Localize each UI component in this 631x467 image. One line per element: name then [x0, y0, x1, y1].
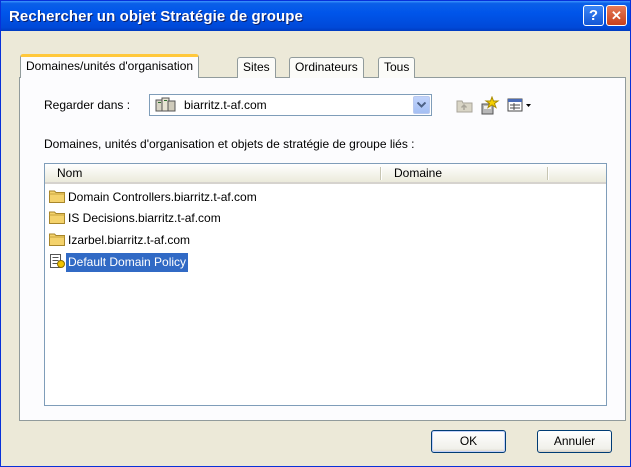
column-header-nom[interactable]: Nom	[45, 164, 381, 182]
folder-icon	[49, 233, 65, 246]
new-gpo-icon[interactable]	[480, 96, 500, 115]
help-button[interactable]: ?	[583, 5, 604, 26]
column-separator[interactable]	[547, 167, 549, 180]
tab-ordinateurs[interactable]: Ordinateurs	[289, 57, 364, 78]
look-in-value: biarritz.t-af.com	[184, 98, 267, 112]
gpo-list[interactable]: Nom Domaine Domain Controllers.biarritz.…	[44, 163, 607, 406]
list-item[interactable]: IS Decisions.biarritz.t-af.com	[49, 209, 223, 228]
list-item-name: Izarbel.biarritz.t-af.com	[68, 233, 191, 247]
tab-tous[interactable]: Tous	[378, 57, 416, 78]
list-item[interactable]: Izarbel.biarritz.t-af.com	[49, 231, 192, 250]
list-item-name: Default Domain Policy	[66, 253, 189, 272]
list-caption: Domaines, unités d'organisation et objet…	[44, 137, 415, 151]
dialog-window: Rechercher un objet Stratégie de groupe …	[0, 0, 631, 467]
title-bar[interactable]: Rechercher un objet Stratégie de groupe …	[1, 1, 630, 31]
ok-button[interactable]: OK	[431, 430, 506, 453]
up-folder-icon[interactable]	[456, 97, 474, 114]
column-header-domaine[interactable]: Domaine	[382, 164, 548, 182]
folder-icon	[49, 190, 65, 203]
window-title: Rechercher un objet Stratégie de groupe	[9, 8, 303, 25]
list-item[interactable]: Domain Controllers.biarritz.t-af.com	[49, 188, 259, 207]
close-button[interactable]: ✕	[606, 5, 627, 26]
look-in-combobox[interactable]: biarritz.t-af.com	[149, 94, 432, 116]
list-item-name: IS Decisions.biarritz.t-af.com	[68, 211, 221, 225]
combo-dropdown-button[interactable]	[413, 96, 430, 114]
view-menu-icon[interactable]	[507, 97, 533, 113]
list-item-selected[interactable]: Default Domain Policy	[49, 253, 189, 272]
gpo-icon	[50, 254, 65, 268]
list-header: Nom Domaine	[45, 164, 606, 184]
folder-icon	[49, 211, 65, 224]
tab-sites[interactable]: Sites	[237, 57, 276, 78]
list-item-name: Domain Controllers.biarritz.t-af.com	[68, 190, 257, 204]
chevron-down-icon	[417, 102, 426, 108]
tab-domains-ou[interactable]: Domaines/unités d'organisation	[20, 54, 200, 78]
domain-icon	[155, 97, 176, 112]
look-in-label: Regarder dans :	[44, 98, 131, 112]
cancel-button[interactable]: Annuler	[537, 430, 612, 453]
